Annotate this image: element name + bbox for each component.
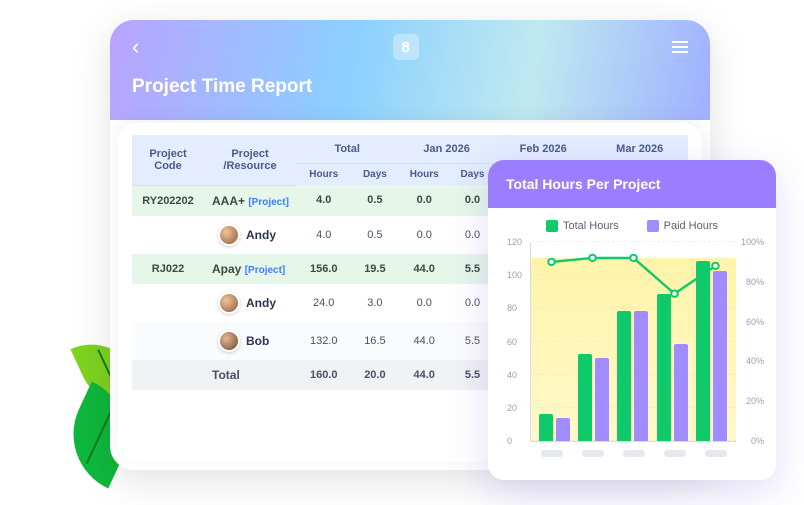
chart-line <box>531 242 736 441</box>
y-axis-right-tick: 20% <box>746 396 764 406</box>
resource-name: Bob <box>246 334 269 348</box>
col-month: Jan 2026 <box>398 135 495 164</box>
cell-value: 0.0 <box>398 216 450 254</box>
y-axis-tick: 100 <box>507 270 522 280</box>
y-axis-right-tick: 40% <box>746 356 764 366</box>
cell-value: 3.0 <box>351 284 398 322</box>
y-axis-tick: 0 <box>507 436 512 446</box>
cell-resource: Andy <box>204 284 296 322</box>
y-axis-right-tick: 80% <box>746 277 764 287</box>
app-logo: 8 <box>393 34 419 60</box>
cell-value: 44.0 <box>398 254 450 284</box>
y-axis-tick: 40 <box>507 370 517 380</box>
y-axis-right-tick: 60% <box>746 317 764 327</box>
cell-value: 20.0 <box>351 360 398 390</box>
y-axis-tick: 60 <box>507 337 517 347</box>
col-hours: Hours <box>296 164 351 186</box>
cell-value: 24.0 <box>296 284 351 322</box>
col-hours: Hours <box>398 164 450 186</box>
cell-value: 160.0 <box>296 360 351 390</box>
resource-name: Andy <box>246 228 276 242</box>
project-tag: [Project] <box>245 265 286 276</box>
y-axis-tick: 80 <box>507 303 517 313</box>
col-total: Total <box>296 135 398 164</box>
cell-value: 0.5 <box>351 216 398 254</box>
x-axis-categories <box>531 450 736 457</box>
project-tag: [Project] <box>248 197 289 208</box>
cell-project-name: Apay [Project] <box>204 254 296 284</box>
page-title: Project Time Report <box>132 76 688 98</box>
chart-legend: Total Hours Paid Hours <box>504 220 760 232</box>
cell-project-code: RY202202 <box>132 185 204 216</box>
cell-value: 0.5 <box>351 185 398 216</box>
cell-value: 4.0 <box>296 185 351 216</box>
y-axis-right-tick: 0% <box>751 436 764 446</box>
avatar <box>218 224 240 246</box>
col-project-code: Project Code <box>132 135 204 185</box>
cell-value: 16.5 <box>351 322 398 360</box>
cell-resource: Andy <box>204 216 296 254</box>
cell-value: 44.0 <box>398 322 450 360</box>
cell-value: 44.0 <box>398 360 450 390</box>
cell-project-code: RJ022 <box>132 254 204 284</box>
cell-resource: Bob <box>204 322 296 360</box>
chart-panel: Total Hours Per Project Total Hours Paid… <box>488 160 776 480</box>
legend-total-hours: Total Hours <box>546 220 619 232</box>
col-days: Days <box>351 164 398 186</box>
back-button[interactable]: ‹ <box>132 34 139 60</box>
y-axis-tick: 120 <box>507 237 522 247</box>
cell-project-name: AAA+ [Project] <box>204 185 296 216</box>
avatar <box>218 330 240 352</box>
cell-total-label: Total <box>204 360 296 390</box>
chart-title: Total Hours Per Project <box>488 160 776 208</box>
y-axis-right-tick: 100% <box>741 237 764 247</box>
cell-value: 4.0 <box>296 216 351 254</box>
cell-value: 19.5 <box>351 254 398 284</box>
cell-value: 156.0 <box>296 254 351 284</box>
app-header: ‹ 8 Project Time Report <box>110 20 710 120</box>
avatar <box>218 292 240 314</box>
cell-value: 132.0 <box>296 322 351 360</box>
cell-value: 0.0 <box>398 284 450 322</box>
col-project-resource: Project /Resource <box>204 135 296 185</box>
y-axis-tick: 20 <box>507 403 517 413</box>
menu-icon[interactable] <box>672 41 688 53</box>
chart-plot-area: 0204060801001200%20%40%60%80%100% <box>530 242 736 442</box>
legend-paid-hours: Paid Hours <box>647 220 718 232</box>
resource-name: Andy <box>246 296 276 310</box>
cell-value: 0.0 <box>398 185 450 216</box>
